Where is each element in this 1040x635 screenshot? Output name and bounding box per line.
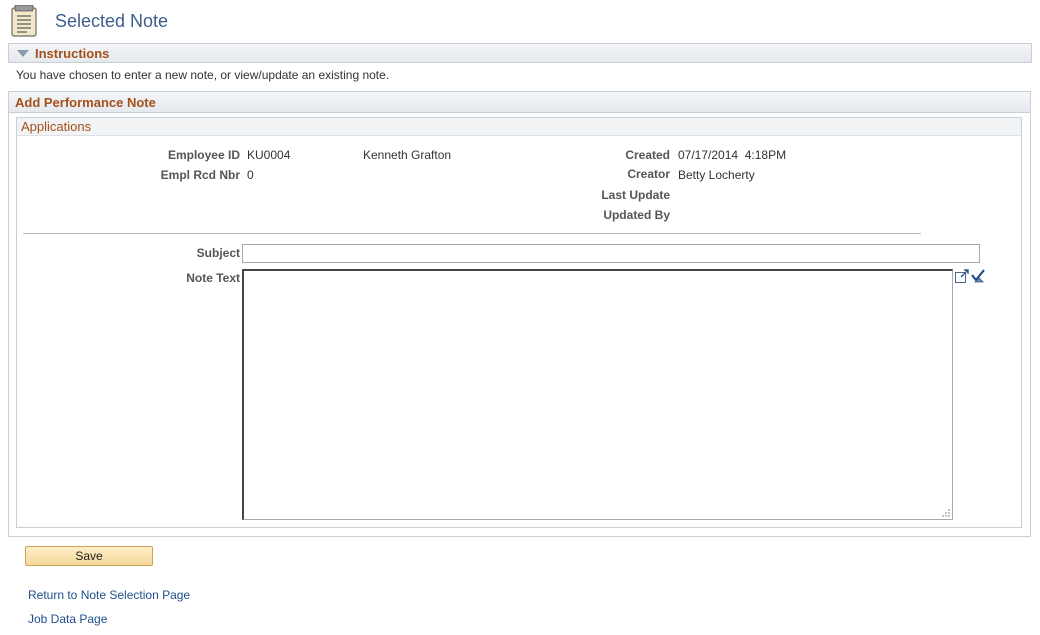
employee-id-value: KU0004 xyxy=(247,148,291,162)
return-to-note-selection-link[interactable]: Return to Note Selection Page xyxy=(28,588,190,602)
employee-name: Kenneth Grafton xyxy=(363,148,452,162)
created-value: 07/17/2014 4:18PM xyxy=(678,148,787,162)
resize-grip-icon[interactable] xyxy=(939,506,951,518)
note-text-area[interactable] xyxy=(242,269,953,520)
instructions-text: You have chosen to enter a new note, or … xyxy=(16,68,390,82)
performance-note-header: Add Performance Note xyxy=(9,92,1030,113)
note-text-label: Note Text xyxy=(186,271,240,285)
section-divider xyxy=(23,233,921,234)
expand-editor-icon[interactable] xyxy=(954,268,970,284)
job-data-page-link[interactable]: Job Data Page xyxy=(28,612,107,626)
applications-header: Applications xyxy=(17,118,1021,136)
page-title: Selected Note xyxy=(55,10,169,31)
notepad-icon xyxy=(10,4,40,37)
last-update-label: Last Update xyxy=(601,188,670,202)
subject-input[interactable] xyxy=(242,244,980,263)
subject-label: Subject xyxy=(196,246,240,260)
save-button[interactable]: Save xyxy=(25,546,153,566)
creator-label: Creator xyxy=(627,167,670,181)
employee-id-label: Employee ID xyxy=(167,148,240,162)
empl-rcd-value: 0 xyxy=(247,168,254,182)
created-label: Created xyxy=(625,148,670,162)
empl-rcd-label: Empl Rcd Nbr xyxy=(160,168,240,182)
spell-check-icon[interactable] xyxy=(970,268,986,284)
instructions-header: Instructions xyxy=(35,45,110,61)
instructions-toggle[interactable]: Instructions xyxy=(8,43,1032,63)
creator-value: Betty Locherty xyxy=(678,168,755,182)
triangle-down-icon[interactable] xyxy=(17,49,29,57)
page-header: Selected Note xyxy=(10,4,168,38)
updated-by-label: Updated By xyxy=(603,208,670,222)
